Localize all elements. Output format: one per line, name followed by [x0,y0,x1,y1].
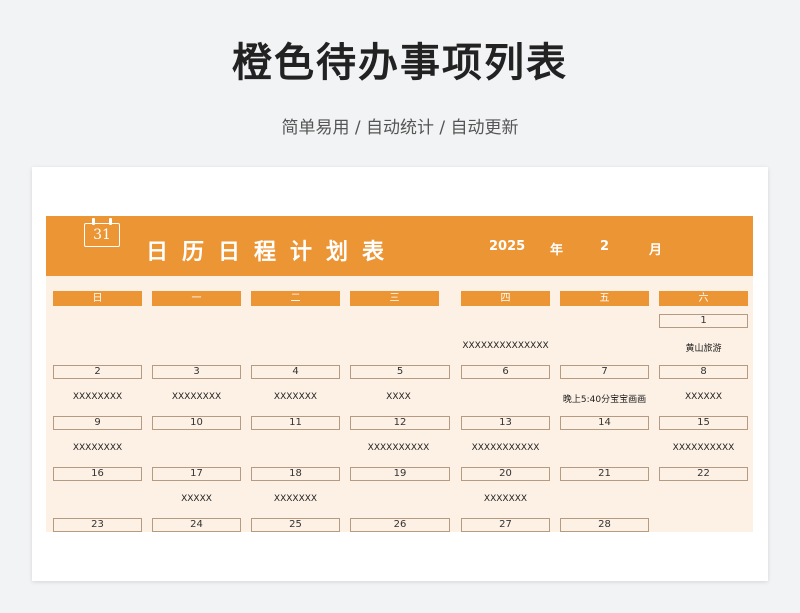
weekday-header-tue: 二 [251,291,340,306]
event-text: XXXXXXX [273,392,318,402]
year-value: 2025 [489,239,526,254]
weekday-header-sat: 六 [659,291,748,306]
calendar-icon: 31 [84,218,120,247]
day-number: 21 [560,467,649,481]
month-value: 2 [600,239,610,254]
day-number: 15 [659,416,748,430]
page-title: 橙色待办事项列表 [232,40,568,86]
month-label: 月 [649,243,663,258]
day-number: 7 [560,365,649,379]
day-number: 24 [152,518,241,532]
event-text: XXXXXXXXXXX [471,443,540,453]
day-number: 10 [152,416,241,430]
event-text: XXXXXXXX [72,443,123,453]
event-text: XXXXXXX [483,494,528,504]
day-number: 3 [152,365,241,379]
weekday-header-fri: 五 [560,291,649,306]
day-number: 9 [53,416,142,430]
day-number: 17 [152,467,241,481]
weekday-header-wed: 三 [350,291,439,306]
year-label: 年 [550,243,564,258]
day-number: 16 [53,467,142,481]
day-number: 5 [350,365,450,379]
day-number: 12 [350,416,450,430]
event-text: XXXX [386,392,411,402]
event-text: XXXXXXXXXXXXXX [462,341,549,351]
day-number: 25 [251,518,340,532]
day-number: 4 [251,365,340,379]
weekday-header-mon: 一 [152,291,241,306]
weekday-header-sun: 日 [53,291,142,306]
day-number: 2 [53,365,142,379]
day-number: 22 [659,467,748,481]
page-subtitle: 简单易用 / 自动统计 / 自动更新 [281,118,519,138]
day-number: 11 [251,416,340,430]
event-text: XXXXXXXX [72,392,123,402]
event-text: XXXXXXXXXX [367,443,430,453]
event-text: XXXXXXXXXX [672,443,735,453]
day-number: 19 [350,467,450,481]
day-number: 27 [461,518,550,532]
day-number: 14 [560,416,649,430]
calendar-title: 日历日程计划表 [146,240,399,265]
day-number: 13 [461,416,550,430]
day-number: 26 [350,518,450,532]
day-number: 8 [659,365,748,379]
event-text: 黄山旅游 [685,344,722,354]
event-text: XXXXX [181,494,212,504]
day-number: 6 [461,365,550,379]
weekday-header-thu: 四 [461,291,550,306]
event-text: XXXXXX [685,392,722,402]
day-number: 23 [53,518,142,532]
event-text: 晚上5:40分宝宝画画 [562,395,647,405]
day-number: 28 [560,518,649,532]
event-text: XXXXXXX [273,494,318,504]
day-number: 18 [251,467,340,481]
day-number: 20 [461,467,550,481]
event-text: XXXXXXXX [171,392,222,402]
day-number: 1 [659,314,748,328]
